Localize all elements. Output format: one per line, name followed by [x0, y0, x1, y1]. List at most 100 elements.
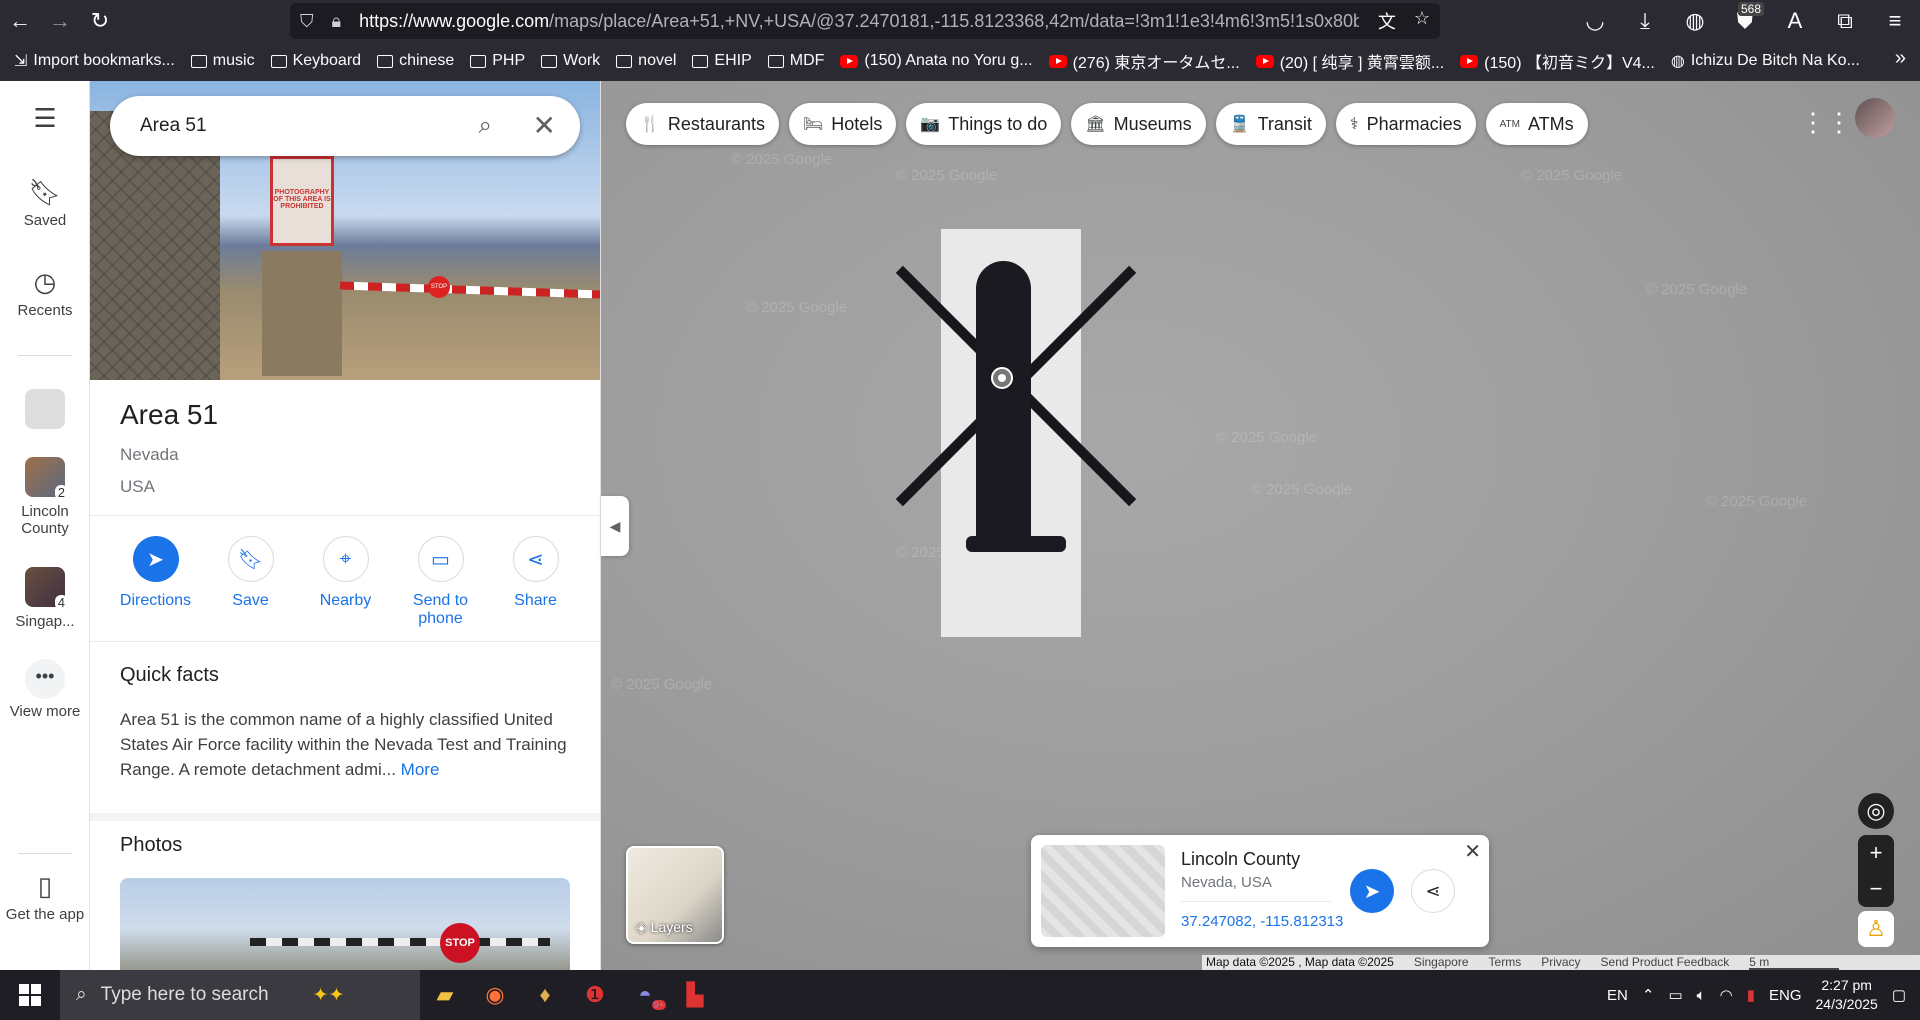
bookmark-item[interactable]: Work	[541, 52, 600, 70]
pegman-icon[interactable]: ♙	[1858, 911, 1894, 947]
lock-icon[interactable]: 🔒︎	[332, 11, 342, 32]
bookmark-item[interactable]: (150) Anata no Yoru g...	[840, 52, 1033, 70]
input-language[interactable]: ENG	[1769, 987, 1802, 1004]
translate-icon[interactable]: 文	[1378, 8, 1396, 34]
chevron-up-icon[interactable]: ⌃	[1642, 986, 1655, 1004]
recents-button[interactable]: ◷ Recents	[0, 267, 90, 319]
send-to-phone-button[interactable]: ▭ Send to phone	[401, 536, 481, 628]
url-text[interactable]: https://www.google.com/maps/place/Area+5…	[359, 11, 1359, 32]
app-duck-icon[interactable]: ♦	[520, 970, 570, 1020]
bookmark-label: (150) 【初音ミク】V4...	[1484, 55, 1655, 72]
start-button[interactable]	[0, 970, 60, 1020]
rail-place-thumbnail[interactable]	[0, 389, 90, 435]
search-box[interactable]: Area 51 ⌕ ✕	[110, 96, 580, 156]
bookmark-item[interactable]: (20) [ 纯享 ] 黄霄雲额...	[1255, 49, 1444, 73]
chip-museums[interactable]: 🏛 Museums	[1071, 103, 1206, 145]
card-coordinates[interactable]: 37.247082, -115.812313	[1181, 913, 1343, 930]
main-menu-button[interactable]: ☰	[0, 103, 90, 138]
close-icon[interactable]: ✕	[533, 109, 556, 142]
folder-icon	[190, 54, 207, 68]
chip-atms[interactable]: ATM ATMs	[1485, 103, 1588, 145]
volume-icon[interactable]: 🔈︎	[1697, 987, 1706, 1004]
chip-hotels[interactable]: 🛏 Hotels	[788, 103, 897, 145]
app-red-icon[interactable]: ❶	[570, 970, 620, 1020]
share-button[interactable]: ⋖ Share	[496, 536, 576, 628]
notifications-icon[interactable]: ▢	[1892, 986, 1906, 1004]
location-pin-icon[interactable]	[991, 367, 1013, 389]
history-icon: ◷	[33, 267, 57, 297]
bookmark-item[interactable]: ⇲ Import bookmarks...	[14, 51, 175, 71]
directions-button[interactable]: ➤ Directions	[116, 536, 196, 628]
my-location-icon[interactable]: ◎	[1858, 793, 1894, 829]
card-directions-icon[interactable]: ➤	[1350, 869, 1394, 913]
bookmark-item[interactable]: (276) 東京オータムセ...	[1048, 49, 1240, 73]
street-view-thumbnail[interactable]	[1041, 845, 1165, 937]
taskbar-search-input[interactable]: Type here to search	[101, 984, 269, 1006]
extensions-puzzle-icon[interactable]: ⧉	[1820, 0, 1870, 41]
privacy-link[interactable]: Privacy	[1541, 955, 1580, 970]
view-more-button[interactable]: ••• View more	[0, 659, 90, 720]
location-info-card: Lincoln County Nevada, USA 37.247082, -1…	[1031, 835, 1489, 947]
hamburger-icon[interactable]: ☰	[0, 103, 90, 134]
download-icon[interactable]: ⤓	[1620, 0, 1670, 41]
scale-bar[interactable]: 5 m	[1749, 955, 1840, 970]
avatar[interactable]	[1855, 98, 1895, 138]
menu-hamburger-icon[interactable]: ≡	[1870, 0, 1920, 41]
save-button[interactable]: 🔖︎ Save	[211, 536, 291, 628]
card-title[interactable]: Lincoln County	[1181, 849, 1300, 870]
bookmark-item[interactable]: chinese	[377, 52, 454, 70]
nearby-button[interactable]: ⌖ Nearby	[306, 536, 386, 628]
layers-button[interactable]: ◈ Layers	[626, 846, 724, 944]
bookmark-item[interactable]: MDF	[767, 52, 824, 70]
firefox-icon[interactable]: ◉	[470, 970, 520, 1020]
saved-button[interactable]: 🔖︎ Saved	[0, 177, 90, 229]
bookmark-star-icon[interactable]: ☆	[1414, 8, 1430, 34]
photo-thumbnail[interactable]: STOP	[120, 878, 570, 970]
bookmarks-overflow-icon[interactable]: »	[1895, 47, 1906, 70]
forward-arrow-icon[interactable]: →	[40, 0, 80, 41]
back-arrow-icon[interactable]: ←	[0, 0, 40, 41]
more-link[interactable]: More	[401, 760, 440, 779]
language-indicator[interactable]: EN	[1607, 987, 1628, 1004]
card-close-icon[interactable]: ✕	[1464, 839, 1481, 864]
clock[interactable]: 2:27 pm 24/3/2025	[1816, 976, 1878, 1014]
zoom-out-icon[interactable]: −	[1858, 871, 1894, 907]
app-pdf-icon[interactable]: ▙	[670, 970, 720, 1020]
bookmark-item[interactable]: ◍ Ichizu De Bitch Na Ko...	[1671, 51, 1860, 71]
search-input[interactable]: Area 51	[140, 115, 207, 137]
get-app-button[interactable]: ▯ Get the app	[0, 871, 90, 923]
collapse-panel-button[interactable]: ◀	[601, 496, 629, 556]
bookmark-item[interactable]: Keyboard	[270, 52, 361, 70]
shield-icon[interactable]: ⛉	[300, 11, 314, 32]
ublock-icon[interactable]: ⛊ 568	[1720, 0, 1770, 41]
address-bar[interactable]: ⛉ 🔒︎ https://www.google.com/maps/place/A…	[290, 3, 1440, 39]
feedback-link[interactable]: Send Product Feedback	[1601, 955, 1730, 970]
translate-extension-icon[interactable]: A	[1770, 0, 1820, 41]
battery-icon[interactable]: ▭	[1668, 986, 1682, 1004]
reload-icon[interactable]: ↻	[80, 0, 120, 41]
region-link[interactable]: Singapore	[1414, 955, 1469, 970]
power-icon[interactable]: ▮	[1747, 986, 1755, 1004]
rail-divider-bottom	[18, 853, 72, 854]
chip-restaurants[interactable]: 🍴 Restaurants	[626, 103, 779, 145]
chip-pharmacies[interactable]: ⚕ Pharmacies	[1335, 103, 1476, 145]
bookmark-item[interactable]: music	[190, 52, 255, 70]
bookmark-item[interactable]: EHIP	[692, 52, 752, 70]
bookmark-item[interactable]: PHP	[470, 52, 525, 70]
recent-singapore[interactable]: 4 Singap...	[0, 567, 90, 630]
terms-link[interactable]: Terms	[1489, 955, 1522, 970]
zoom-in-icon[interactable]: +	[1858, 835, 1894, 871]
chip-transit[interactable]: 🚆 Transit	[1215, 103, 1326, 145]
discord-icon[interactable]: ◓ 9+	[620, 970, 670, 1020]
card-share-icon[interactable]: ⋖	[1411, 869, 1455, 913]
bookmark-item[interactable]: (150) 【初音ミク】V4...	[1460, 49, 1655, 73]
file-explorer-icon[interactable]: ▰	[420, 970, 470, 1020]
pocket-icon[interactable]: ◡	[1570, 0, 1620, 41]
extension-globe-icon[interactable]: ◍	[1670, 0, 1720, 41]
wifi-icon[interactable]: ◠	[1720, 986, 1733, 1004]
recent-lincoln-county[interactable]: 2 Lincoln County	[0, 457, 90, 537]
bookmark-item[interactable]: novel	[616, 52, 676, 70]
chip-things-to-do[interactable]: 📷 Things to do	[906, 103, 1062, 145]
search-icon[interactable]: ⌕	[479, 112, 492, 140]
taskbar-search[interactable]: ⌕ Type here to search ✦✦	[60, 970, 420, 1020]
